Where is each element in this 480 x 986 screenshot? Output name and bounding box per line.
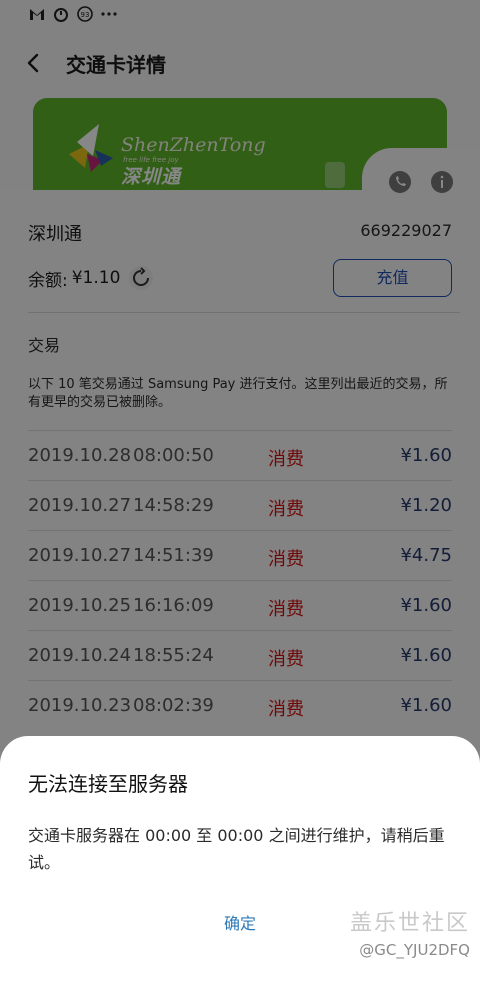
screen: 93 交通卡详情 ShenZhenTong free life free joy… <box>0 0 480 986</box>
confirm-button[interactable]: 确定 <box>200 908 280 940</box>
watermark-user: @GC_YJU2DFQ <box>359 941 470 959</box>
watermark-site: 盖乐世社区 <box>349 911 470 936</box>
dialog-message: 交通卡服务器在 00:00 至 00:00 之间进行维护，请稍后重试。 <box>28 826 445 872</box>
watermark: 盖乐世社区 @GC_YJU2DFQ <box>350 905 470 959</box>
dialog-title: 无法连接至服务器 <box>28 772 188 796</box>
